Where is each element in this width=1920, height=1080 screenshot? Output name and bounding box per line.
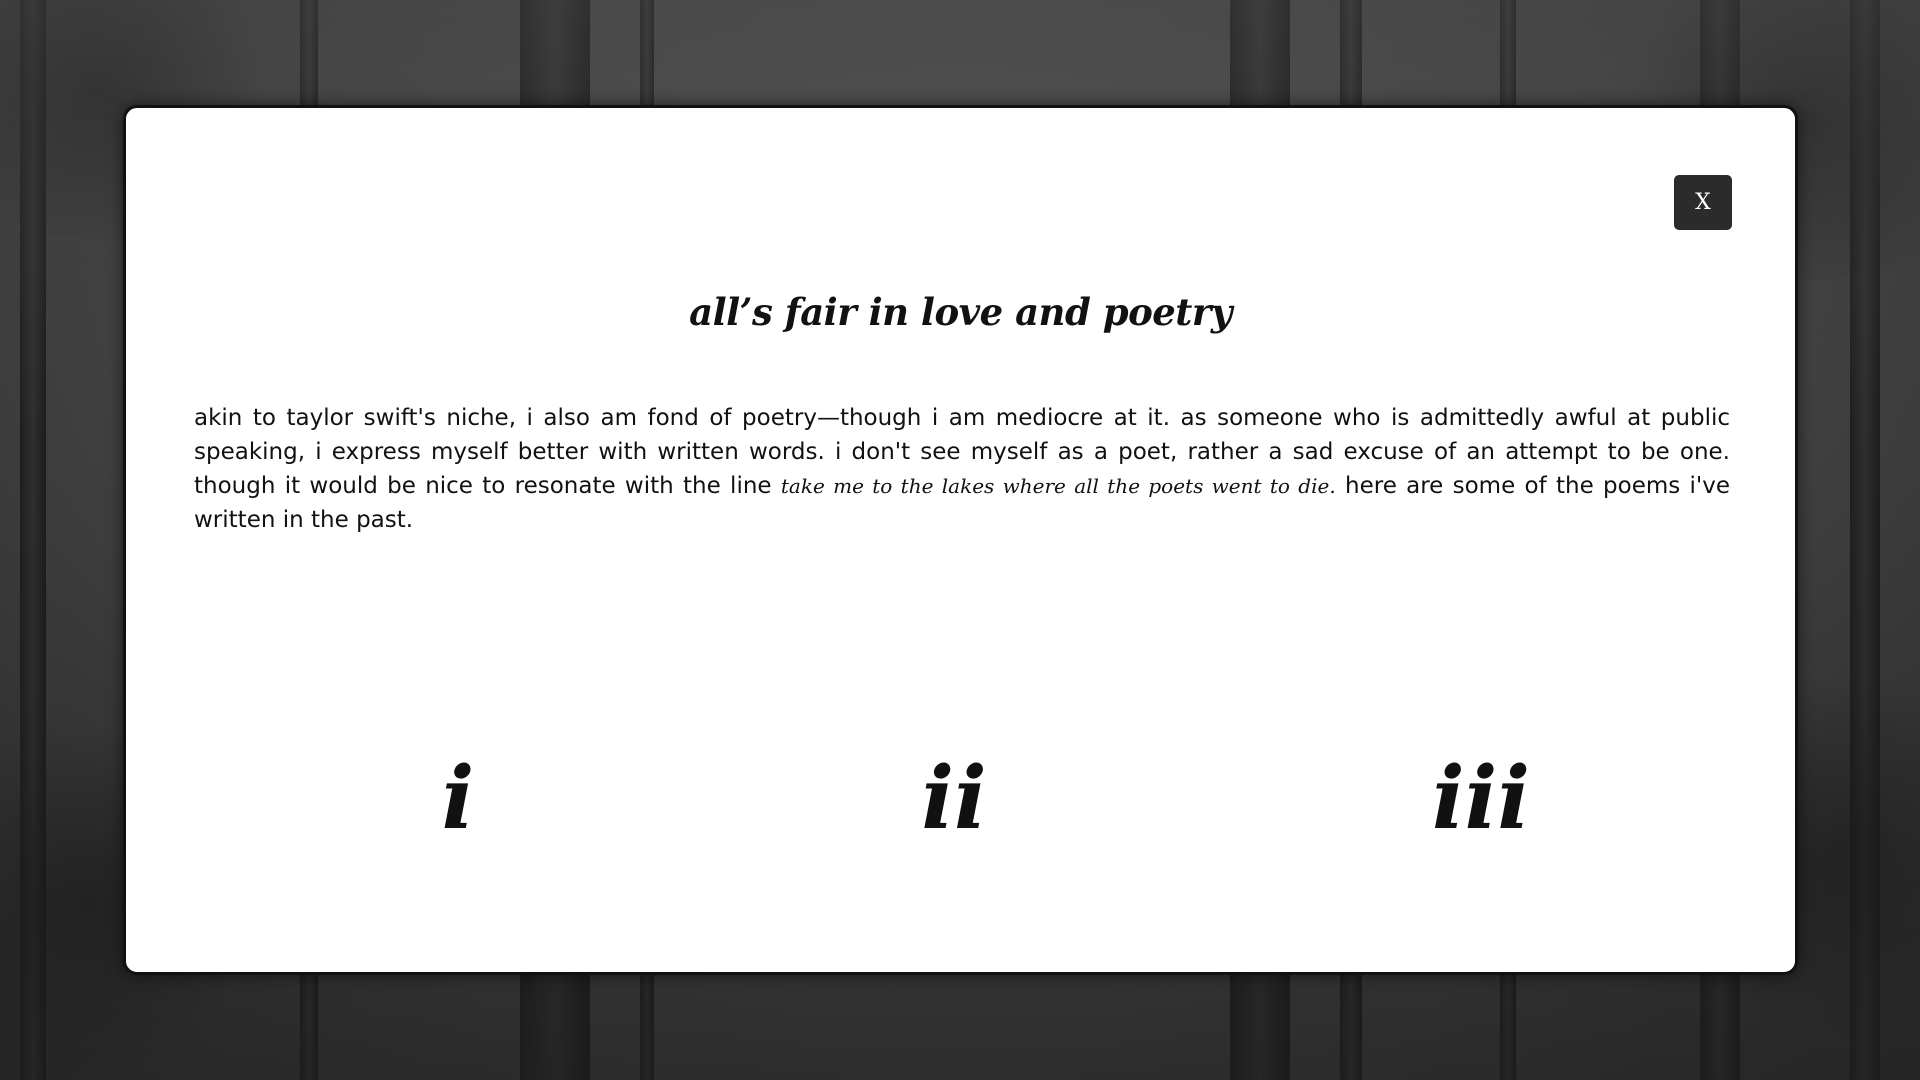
- modal-title: all’s fair in love and poetry: [689, 290, 1232, 334]
- intro-quote: take me to the lakes where all the poets…: [780, 474, 1336, 498]
- intro-paragraph: akin to taylor swift's niche, i also am …: [194, 401, 1730, 537]
- poem-link-iii[interactable]: iii: [1381, 748, 1581, 849]
- close-button[interactable]: X: [1674, 175, 1732, 230]
- poem-link-i[interactable]: i: [358, 748, 558, 849]
- poem-link-ii[interactable]: ii: [854, 748, 1054, 849]
- poetry-modal: X all’s fair in love and poetry akin to …: [123, 105, 1798, 975]
